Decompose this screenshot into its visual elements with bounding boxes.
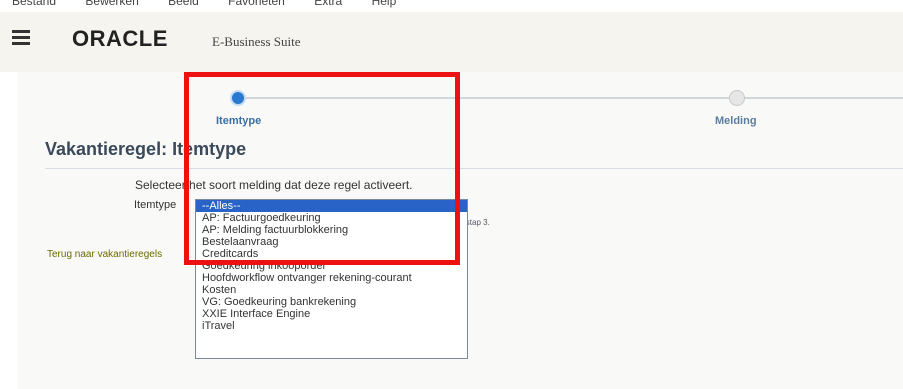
app-header: ORACLE E-Business Suite (0, 12, 903, 72)
menu-beeld[interactable]: Beeld (168, 0, 199, 8)
step-melding-indicator[interactable] (729, 90, 745, 106)
back-to-vacation-rules-link[interactable]: Terug naar vakantieregels (47, 249, 162, 260)
menu-bestand[interactable]: Bestand (12, 0, 56, 8)
browser-menubar: Bestand Bewerken Beeld Favorieten Extra … (0, 0, 903, 12)
dropdown-option[interactable]: Hoofdworkflow ontvanger rekening-courant (196, 272, 467, 284)
dropdown-option[interactable]: Kosten (196, 284, 467, 296)
dropdown-option[interactable]: XXIE Interface Engine (196, 308, 467, 320)
product-name: E-Business Suite (212, 34, 301, 49)
menu-help[interactable]: Help (372, 0, 397, 8)
step-melding-label[interactable]: Melding (715, 115, 757, 127)
dropdown-option[interactable]: VG: Goedkeuring bankrekening (196, 296, 467, 308)
oracle-logo: ORACLE (72, 26, 168, 51)
dropdown-option[interactable]: iTravel (196, 320, 467, 332)
hamburger-menu-icon[interactable] (12, 30, 30, 46)
menu-extra[interactable]: Extra (314, 0, 342, 8)
annotation-highlight-box (184, 72, 460, 265)
itemtype-label: Itemtype (134, 199, 177, 211)
title-divider (45, 168, 903, 169)
menu-bewerken[interactable]: Bewerken (85, 0, 138, 8)
menu-favorieten[interactable]: Favorieten (228, 0, 285, 8)
